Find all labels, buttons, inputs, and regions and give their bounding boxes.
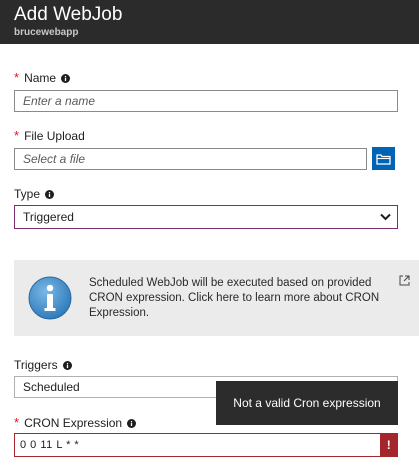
blade-title: Add WebJob <box>14 4 123 25</box>
browse-file-button[interactable] <box>372 147 395 170</box>
file-upload-label: * File Upload <box>14 128 85 144</box>
required-asterisk: * <box>14 128 20 143</box>
cron-info-text: Scheduled WebJob will be executed based … <box>89 277 380 319</box>
info-circle-icon[interactable] <box>45 189 55 199</box>
name-label: * Name <box>14 70 71 85</box>
info-icon <box>28 276 72 320</box>
name-placeholder: Enter a name <box>23 94 96 108</box>
triggers-label-text: Triggers <box>14 358 58 372</box>
type-label: Type <box>14 187 55 201</box>
triggers-selected-value: Scheduled <box>23 380 80 394</box>
cron-label-text: CRON Expression <box>24 416 123 430</box>
type-selected-value: Triggered <box>23 210 74 224</box>
name-label-text: Name <box>24 71 57 85</box>
file-upload-placeholder: Select a file <box>23 152 86 166</box>
blade-header: Add WebJob brucewebapp <box>0 0 419 44</box>
chevron-down-icon <box>380 213 391 221</box>
required-asterisk: * <box>14 415 20 430</box>
cron-value: 0 0 11 L * * <box>20 439 80 451</box>
cron-info-box[interactable]: Scheduled WebJob will be executed based … <box>14 260 419 336</box>
cron-expression-input[interactable]: 0 0 11 L * * ! <box>14 433 398 457</box>
folder-icon <box>376 153 391 165</box>
type-label-text: Type <box>14 187 41 201</box>
required-asterisk: * <box>14 70 20 85</box>
error-badge[interactable]: ! <box>380 433 398 457</box>
type-dropdown[interactable]: Triggered <box>14 205 398 229</box>
external-link-icon[interactable] <box>399 275 410 286</box>
file-upload-label-text: File Upload <box>24 129 85 143</box>
error-tooltip: Not a valid Cron expression <box>216 381 398 425</box>
info-circle-icon[interactable] <box>127 418 137 428</box>
info-circle-icon[interactable] <box>61 73 71 83</box>
name-input[interactable]: Enter a name <box>14 90 398 112</box>
info-circle-icon[interactable] <box>62 360 72 370</box>
blade-subtitle: brucewebapp <box>14 27 79 38</box>
cron-expression-label: * CRON Expression <box>14 415 137 430</box>
triggers-label: Triggers <box>14 358 72 372</box>
file-upload-input[interactable]: Select a file <box>14 148 367 170</box>
